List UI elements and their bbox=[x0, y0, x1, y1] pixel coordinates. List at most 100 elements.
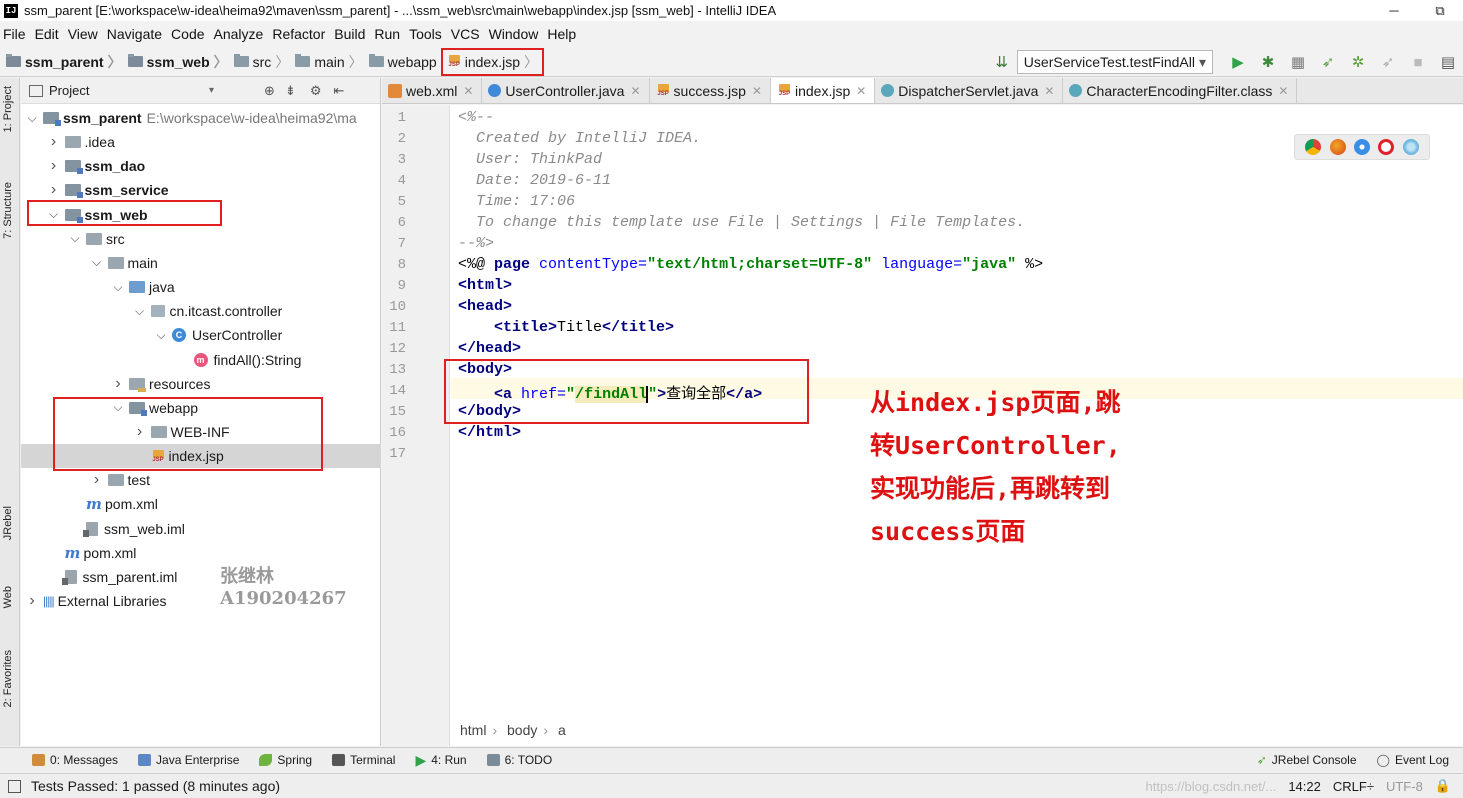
tab-project[interactable]: 1: Project bbox=[2, 86, 14, 132]
tab-index-jsp[interactable]: JSP index.jsp ✕ bbox=[770, 78, 876, 103]
jrebel-debug-icon[interactable]: ✲ bbox=[1343, 50, 1373, 74]
tree-item[interactable]: ⌵ webapp bbox=[21, 396, 381, 420]
close-icon[interactable]: ✕ bbox=[1278, 84, 1288, 98]
menu-navigate[interactable]: Navigate bbox=[104, 26, 168, 42]
expand-arrow-icon[interactable]: ⌵ bbox=[68, 231, 82, 246]
tree-item[interactable]: › .idea bbox=[21, 130, 381, 154]
tree-item[interactable]: ⌵ src bbox=[21, 227, 381, 251]
sort-icon[interactable]: ⇊ bbox=[987, 50, 1017, 74]
tree-item[interactable]: ⌵ java bbox=[21, 275, 381, 299]
close-icon[interactable]: ✕ bbox=[1044, 84, 1054, 98]
chevron-down-icon[interactable]: ▾ bbox=[209, 85, 214, 96]
close-icon[interactable]: ✕ bbox=[463, 84, 473, 98]
tab-favorites[interactable]: 2: Favorites bbox=[2, 650, 14, 707]
menu-run[interactable]: Run bbox=[371, 26, 406, 42]
menu-window[interactable]: Window bbox=[486, 26, 545, 42]
line-separator[interactable]: CRLF÷ bbox=[1333, 779, 1374, 794]
tree-item[interactable]: ⌵ cn.itcast.controller bbox=[21, 299, 381, 323]
code-editor[interactable]: 1 2 3 4 5 6 7 8 9 10 11 12 13 14 15 16 17 <%-- Created b… bbox=[382, 105, 1463, 746]
jrebel-run-icon[interactable]: ➶ bbox=[1313, 50, 1343, 74]
opera-icon[interactable] bbox=[1378, 139, 1395, 155]
menu-file[interactable]: File bbox=[0, 26, 32, 42]
tree-item[interactable]: ssm_web.iml bbox=[21, 517, 381, 541]
project-structure-icon[interactable]: ▤ bbox=[1433, 50, 1463, 74]
menu-help[interactable]: Help bbox=[544, 26, 582, 42]
collapse-arrow-icon[interactable]: › bbox=[111, 375, 125, 393]
collapse-arrow-icon[interactable]: › bbox=[90, 471, 104, 489]
tree-item[interactable]: m pom.xml bbox=[21, 541, 381, 565]
tab-character-encoding-filter[interactable]: CharacterEncodingFilter.class ✕ bbox=[1063, 78, 1298, 103]
tool-jrebel-console[interactable]: ➶ JRebel Console bbox=[1257, 753, 1357, 767]
breadcrumb-body[interactable]: body bbox=[507, 722, 537, 738]
tree-item[interactable]: m findAll():String bbox=[21, 348, 381, 372]
maximize-button[interactable]: ⧉ bbox=[1417, 0, 1463, 21]
gear-icon[interactable]: ⚙ bbox=[310, 83, 322, 99]
ie-icon[interactable] bbox=[1402, 139, 1419, 155]
debug-icon[interactable]: ✱ bbox=[1253, 50, 1283, 74]
breadcrumb-html[interactable]: html bbox=[460, 722, 486, 738]
stop-icon[interactable]: ■ bbox=[1403, 50, 1433, 74]
close-icon[interactable]: ✕ bbox=[752, 84, 762, 98]
collapse-arrow-icon[interactable]: › bbox=[47, 133, 61, 151]
tree-item[interactable]: › ssm_dao bbox=[21, 154, 381, 178]
expand-arrow-icon[interactable]: ⌵ bbox=[111, 280, 125, 295]
menu-code[interactable]: Code bbox=[168, 26, 210, 42]
menu-analyze[interactable]: Analyze bbox=[211, 26, 270, 42]
caret-position[interactable]: 14:22 bbox=[1288, 779, 1321, 794]
tree-item[interactable]: ⌵ main bbox=[21, 251, 381, 275]
expand-arrow-icon[interactable]: ⌵ bbox=[25, 111, 39, 126]
tree-item[interactable]: › resources bbox=[21, 372, 381, 396]
tab-success-jsp[interactable]: JSP success.jsp ✕ bbox=[650, 78, 771, 103]
tree-item[interactable]: ⌵ C UserController bbox=[21, 323, 381, 347]
tool-messages[interactable]: 0: Messages bbox=[32, 753, 118, 767]
locate-icon[interactable]: ⊕ bbox=[264, 83, 275, 99]
lock-icon[interactable]: 🔒 bbox=[1435, 778, 1451, 794]
tree-item[interactable]: m pom.xml bbox=[21, 492, 381, 516]
menu-edit[interactable]: Edit bbox=[32, 26, 65, 42]
coverage-icon[interactable]: ▦ bbox=[1283, 50, 1313, 74]
nav-crumb-index-jsp[interactable]: JSP index.jsp 〉 bbox=[440, 47, 544, 76]
tool-terminal[interactable]: Terminal bbox=[332, 753, 395, 767]
project-view-select[interactable]: Project bbox=[49, 83, 209, 98]
collapse-arrow-icon[interactable]: › bbox=[47, 157, 61, 175]
collapse-arrow-icon[interactable]: › bbox=[133, 423, 147, 441]
minimize-button[interactable]: ─ bbox=[1371, 0, 1417, 21]
menu-tools[interactable]: Tools bbox=[406, 26, 448, 42]
menu-refactor[interactable]: Refactor bbox=[269, 26, 331, 42]
expand-arrow-icon[interactable]: ⌵ bbox=[154, 328, 168, 343]
close-icon[interactable]: ✕ bbox=[856, 84, 866, 98]
tool-todo[interactable]: 6: TODO bbox=[486, 753, 552, 767]
tree-item[interactable]: › test bbox=[21, 468, 381, 492]
menu-vcs[interactable]: VCS bbox=[448, 26, 486, 42]
collapse-arrow-icon[interactable]: › bbox=[47, 181, 61, 199]
nav-crumb-webapp[interactable]: webapp bbox=[368, 54, 437, 70]
tool-event-log[interactable]: ◯ Event Log bbox=[1377, 753, 1449, 767]
tool-spring[interactable]: Spring bbox=[259, 753, 312, 767]
tab-web[interactable]: Web bbox=[2, 586, 14, 608]
menu-build[interactable]: Build bbox=[331, 26, 371, 42]
nav-crumb-ssm-parent[interactable]: ssm_parent 〉 bbox=[6, 52, 122, 72]
hide-panel-icon[interactable]: ⇤ bbox=[334, 83, 345, 99]
tab-structure[interactable]: 7: Structure bbox=[2, 182, 14, 239]
run-icon[interactable]: ▶ bbox=[1223, 50, 1253, 74]
breadcrumb-a[interactable]: a bbox=[558, 722, 566, 738]
tree-item[interactable]: ⌵ ssm_parent E:\workspace\w-idea\heima92\m… bbox=[21, 106, 381, 130]
tree-item[interactable]: › WEB-INF bbox=[21, 420, 381, 444]
nav-crumb-src[interactable]: src 〉 bbox=[233, 52, 289, 72]
tab-user-controller[interactable]: UserController.java ✕ bbox=[482, 78, 650, 103]
status-message[interactable]: Tests Passed: 1 passed (8 minutes ago) bbox=[31, 778, 280, 794]
tree-item[interactable]: › ssm_service bbox=[21, 178, 381, 202]
expand-arrow-icon[interactable]: ⌵ bbox=[47, 207, 61, 222]
tree-item[interactable]: JSP index.jsp bbox=[21, 444, 381, 469]
tool-java-enterprise[interactable]: Java Enterprise bbox=[138, 753, 239, 767]
menu-view[interactable]: View bbox=[65, 26, 104, 42]
close-icon[interactable]: ✕ bbox=[630, 84, 640, 98]
file-encoding[interactable]: UTF-8 bbox=[1386, 779, 1423, 794]
firefox-icon[interactable] bbox=[1329, 139, 1346, 155]
tab-web-xml[interactable]: web.xml ✕ bbox=[382, 78, 483, 103]
tree-item[interactable]: ssm_parent.iml bbox=[21, 565, 381, 589]
expand-arrow-icon[interactable]: ⌵ bbox=[90, 255, 104, 270]
chrome-icon[interactable] bbox=[1305, 139, 1322, 155]
safari-icon[interactable] bbox=[1353, 139, 1370, 155]
tool-run[interactable]: ▶ 4: Run bbox=[415, 752, 466, 769]
